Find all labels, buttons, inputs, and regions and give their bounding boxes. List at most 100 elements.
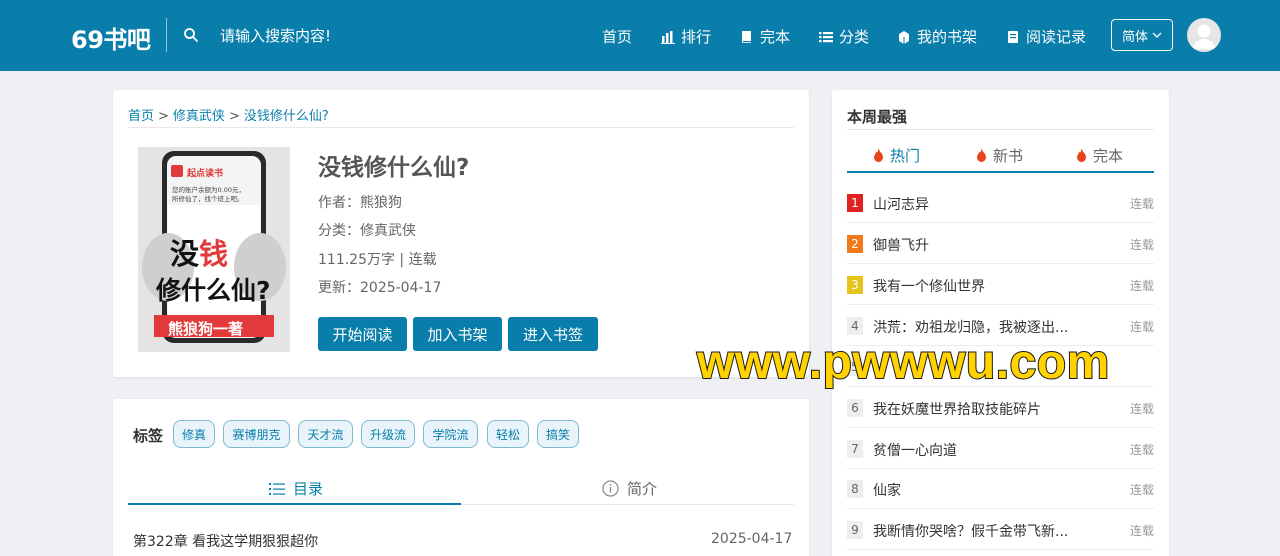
category-value[interactable]: 修真武侠 xyxy=(360,223,416,239)
nav-home[interactable]: 首页 xyxy=(602,26,632,47)
nav-label: 首页 xyxy=(602,28,633,46)
start-reading-button[interactable]: 开始阅读 xyxy=(318,317,407,351)
tag-item[interactable]: 轻松 xyxy=(487,420,529,448)
book-words-status: 111.25万字 | 连载 xyxy=(318,252,437,268)
nav-categories[interactable]: 分类 xyxy=(819,26,869,47)
breadcrumb-separator: > xyxy=(158,109,169,124)
breadcrumb-separator: > xyxy=(228,109,240,124)
author-label: 作者： xyxy=(318,195,360,211)
ranking-item[interactable]: 2 御兽飞升 连载 xyxy=(847,223,1154,264)
ranking-tab-indicator xyxy=(847,171,1154,173)
nav-label: 分类 xyxy=(839,28,870,46)
ranking-tab-new[interactable]: 新书 xyxy=(975,145,1023,166)
book-icon xyxy=(742,30,751,43)
rank-number: 9 xyxy=(847,521,863,539)
ranking-tab-label: 热门 xyxy=(890,147,921,165)
list-icon xyxy=(819,31,833,42)
latest-chapter-date: 2025-04-17 xyxy=(711,531,793,547)
tags-label: 标签 xyxy=(133,427,164,445)
rank-status: 连载 xyxy=(1129,238,1154,252)
rank-book-title[interactable]: 我在妖魔世界拾取技能碎片 xyxy=(873,399,1083,419)
rank-number: 4 xyxy=(847,317,863,335)
category-label: 分类： xyxy=(318,223,360,239)
nav-bookshelf[interactable]: 我的书架 xyxy=(897,26,977,47)
rank-book-title[interactable]: 我断情你哭啥？假千金带飞新... xyxy=(873,521,1083,541)
rank-book-title[interactable]: 仙家 xyxy=(873,480,1083,500)
flame-icon xyxy=(1077,148,1086,162)
flame-icon xyxy=(874,148,883,162)
active-tab-indicator xyxy=(128,503,461,505)
ranking-item[interactable]: 8 仙家 连载 xyxy=(847,468,1154,509)
tag-item[interactable]: 学院流 xyxy=(423,420,478,448)
rank-book-title[interactable]: 山河志异 xyxy=(873,194,1083,214)
nav-completed[interactable]: 完本 xyxy=(740,26,790,47)
chevron-down-icon xyxy=(1152,32,1162,38)
latest-chapter-link[interactable]: 第322章 看我这学期狠狠超你 xyxy=(133,531,318,551)
cover-brand: 起点读书 xyxy=(187,169,224,179)
ranking-tab-hot[interactable]: 热门 xyxy=(872,145,920,166)
cover-title-line-1: 没钱 xyxy=(170,231,228,273)
ranking-item[interactable]: 6 我在妖魔世界拾取技能碎片 连载 xyxy=(847,387,1154,428)
ranking-item[interactable]: 7 贫僧一心向道 连载 xyxy=(847,428,1154,469)
rank-status: 连载 xyxy=(1129,402,1154,416)
tag-item[interactable]: 搞笑 xyxy=(537,420,579,448)
nav-label: 我的书架 xyxy=(917,28,978,46)
book-updated: 更新：2025-04-17 xyxy=(318,277,441,297)
tab-intro[interactable]: 简介 xyxy=(602,478,657,499)
search-icon[interactable] xyxy=(183,27,199,43)
author-value[interactable]: 熊狼狗 xyxy=(360,195,402,211)
rank-book-title[interactable]: 御兽飞升 xyxy=(873,235,1083,255)
language-label: 简体 xyxy=(1121,29,1148,45)
ranking-item[interactable]: 9 我断情你哭啥？假千金带飞新... 连载 xyxy=(847,509,1154,550)
rank-number: 1 xyxy=(847,194,863,212)
tab-divider xyxy=(461,504,794,505)
tab-catalog[interactable]: 目录 xyxy=(269,478,323,499)
rank-number: 6 xyxy=(847,399,863,417)
updated-value: 2025-04-17 xyxy=(360,280,442,296)
watermark-text: www.pwwwu.com xyxy=(696,335,1110,390)
rank-number: 3 xyxy=(847,276,863,294)
user-icon xyxy=(1192,24,1216,49)
rank-status: 连载 xyxy=(1129,483,1154,497)
rank-book-title[interactable]: 贫僧一心向道 xyxy=(873,440,1083,460)
search-input[interactable] xyxy=(220,22,400,50)
breadcrumb-home[interactable]: 首页 xyxy=(128,109,154,124)
rank-book-title[interactable]: 我有一个修仙世界 xyxy=(873,276,1083,296)
updated-label: 更新： xyxy=(318,280,360,296)
ranking-item[interactable]: 1 山河志异 连载 xyxy=(847,182,1154,223)
bookmark-button[interactable]: 进入书签 xyxy=(508,317,598,351)
ranking-tab-label: 新书 xyxy=(993,147,1024,165)
nav-label: 完本 xyxy=(760,28,791,46)
cover-line-2: 所修仙了，找个班上吧。 xyxy=(172,195,244,203)
avatar[interactable] xyxy=(1187,18,1221,52)
site-logo[interactable]: 69书吧 xyxy=(71,20,151,55)
tag-item[interactable]: 赛博朋克 xyxy=(223,420,290,448)
nav-label: 排行 xyxy=(681,28,712,46)
header-divider xyxy=(166,18,167,52)
nav-reading-history[interactable]: 阅读记录 xyxy=(1006,26,1086,47)
language-select[interactable]: 简体 xyxy=(1111,19,1173,51)
rank-number: 2 xyxy=(847,235,863,253)
tag-item[interactable]: 修真 xyxy=(173,420,215,448)
rank-number: 7 xyxy=(847,440,863,458)
ranking-item[interactable]: 3 我有一个修仙世界 连载 xyxy=(847,264,1154,305)
top-navigation-bar: 69书吧 首页 排行 完本 分类 我的书架 阅读记录 简体 xyxy=(0,0,1280,71)
tab-label: 简介 xyxy=(627,480,658,498)
tag-item[interactable]: 天才流 xyxy=(298,420,353,448)
add-to-shelf-button[interactable]: 加入书架 xyxy=(413,317,502,351)
tag-item[interactable]: 升级流 xyxy=(361,420,415,448)
tab-label: 目录 xyxy=(293,480,324,498)
rank-status: 连载 xyxy=(1129,197,1154,211)
history-icon xyxy=(1008,30,1018,43)
book-title: 没钱修什么仙? xyxy=(318,155,470,181)
breadcrumb-current[interactable]: 没钱修什么仙? xyxy=(244,109,329,124)
nav-ranking[interactable]: 排行 xyxy=(661,26,711,47)
cover-author: 熊狼狗一著 xyxy=(168,320,244,338)
ranking-tab-completed[interactable]: 完本 xyxy=(1075,145,1123,166)
bookshelf-icon xyxy=(899,30,909,44)
book-cover[interactable]: 起点读书 您的账户余额为0.00元， 所修仙了，找个班上吧。 没钱 修什么仙? … xyxy=(138,147,290,352)
rank-book-title[interactable]: 洪荒：劝祖龙归隐，我被逐出... xyxy=(873,317,1083,337)
breadcrumb-category[interactable]: 修真武侠 xyxy=(173,109,225,124)
rank-status: 连载 xyxy=(1129,524,1154,538)
cover-title-char-accent: 钱 xyxy=(199,237,229,271)
